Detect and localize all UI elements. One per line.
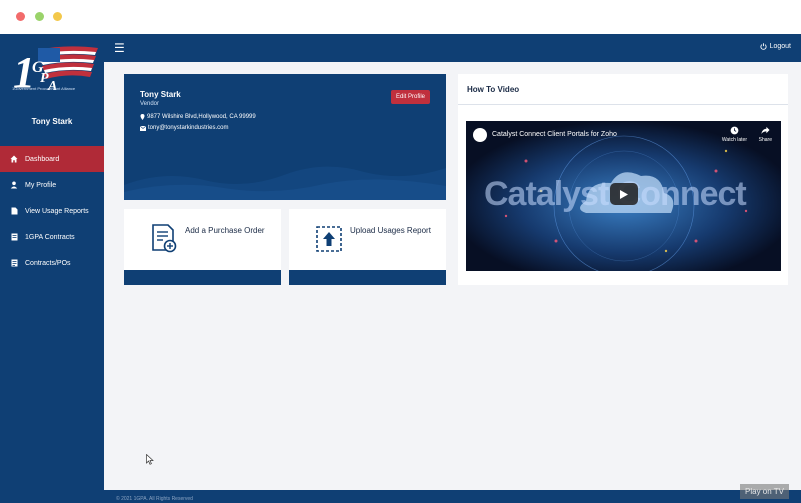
divider	[458, 104, 788, 105]
video-section-title: How To Video	[467, 85, 520, 94]
hamburger-icon[interactable]: ☰	[114, 41, 125, 55]
profile-email-text: tony@tonystarkindustries.com	[148, 125, 229, 131]
sidebar-item-1gpa-contracts[interactable]: 1GPA Contracts	[0, 224, 104, 250]
card-footer-bar	[289, 270, 446, 285]
window-minimize-dot[interactable]	[35, 12, 44, 21]
location-pin-icon	[140, 114, 145, 120]
sidebar-item-dashboard[interactable]: Dashboard	[0, 146, 104, 172]
mouse-cursor-icon	[146, 454, 154, 465]
upload-usage-report-card[interactable]: Upload Usages Report	[289, 209, 446, 285]
document-icon	[9, 206, 19, 216]
play-on-tv-button[interactable]: Play on TV	[740, 484, 789, 499]
play-button[interactable]	[610, 183, 638, 205]
profile-email: tony@tonystarkindustries.com	[140, 125, 228, 131]
contracts-po-icon	[9, 258, 19, 268]
profile-card-waves	[124, 166, 446, 200]
logo-tagline: 1Government Procurement Alliance	[12, 86, 76, 91]
how-to-video-card: How To Video Catalyst Connect Catalyst C…	[458, 74, 788, 285]
sidebar-item-label: View Usage Reports	[25, 207, 89, 215]
share-button[interactable]: Share	[759, 126, 772, 143]
contract-icon	[9, 232, 19, 242]
profile-name: Tony Stark	[140, 90, 181, 99]
watch-later-label: Watch later	[721, 137, 747, 143]
window-chrome	[0, 0, 801, 34]
video-title[interactable]: Catalyst Connect Client Portals for Zoho	[492, 131, 617, 138]
footer-copyright: © 2021 1GPA. All Rights Reserved	[116, 496, 193, 502]
profile-address-text: 9877 Wilshire Blvd,Hollywood, CA 99999	[147, 114, 256, 120]
sidebar-item-my-profile[interactable]: My Profile	[0, 172, 104, 198]
sidebar-item-label: Dashboard	[25, 155, 60, 163]
profile-card: Tony Stark Vendor 9877 Wilshire Blvd,Hol…	[124, 74, 446, 200]
play-icon	[620, 189, 628, 199]
footer: © 2021 1GPA. All Rights Reserved Play on…	[104, 484, 801, 503]
power-icon	[760, 43, 767, 50]
sidebar-nav: Dashboard My Profile View Usage Reports …	[0, 146, 104, 276]
upload-icon	[316, 226, 342, 252]
upload-usage-report-label: Upload Usages Report	[350, 226, 431, 235]
sidebar-item-label: Contracts/POs	[25, 259, 71, 267]
home-icon	[9, 154, 19, 164]
main-content: Tony Stark Vendor 9877 Wilshire Blvd,Hol…	[104, 62, 801, 490]
edit-profile-button[interactable]: Edit Profile	[390, 90, 430, 104]
card-footer-bar	[124, 270, 281, 285]
sidebar-item-view-usage-reports[interactable]: View Usage Reports	[0, 198, 104, 224]
user-icon	[9, 180, 19, 190]
add-purchase-order-label: Add a Purchase Order	[185, 226, 265, 235]
add-purchase-order-card[interactable]: Add a Purchase Order	[124, 209, 281, 285]
share-label: Share	[758, 137, 772, 143]
logout-button[interactable]: Logout	[760, 43, 791, 50]
profile-role: Vendor	[140, 101, 160, 107]
envelope-icon	[140, 125, 146, 131]
sidebar: 1 G P A 1Government Procurement Alliance…	[0, 34, 104, 503]
purchase-order-icon	[152, 224, 177, 253]
sidebar-user-name: Tony Stark	[31, 117, 73, 126]
clock-icon	[730, 126, 739, 135]
sidebar-item-label: My Profile	[25, 181, 57, 189]
watch-later-button[interactable]: Watch later	[722, 126, 747, 143]
window-maximize-dot[interactable]	[53, 12, 62, 21]
sidebar-item-contracts-pos[interactable]: Contracts/POs	[0, 250, 104, 276]
share-arrow-icon	[761, 126, 770, 135]
logout-label: Logout	[769, 43, 791, 50]
channel-logo-icon	[473, 128, 487, 142]
sidebar-item-label: 1GPA Contracts	[25, 233, 75, 241]
video-player[interactable]: Catalyst Connect Catalyst Connect Client…	[466, 121, 781, 271]
window-close-dot[interactable]	[16, 12, 25, 21]
top-bar: ☰ Logout	[104, 34, 801, 62]
profile-address: 9877 Wilshire Blvd,Hollywood, CA 99999	[140, 114, 256, 120]
